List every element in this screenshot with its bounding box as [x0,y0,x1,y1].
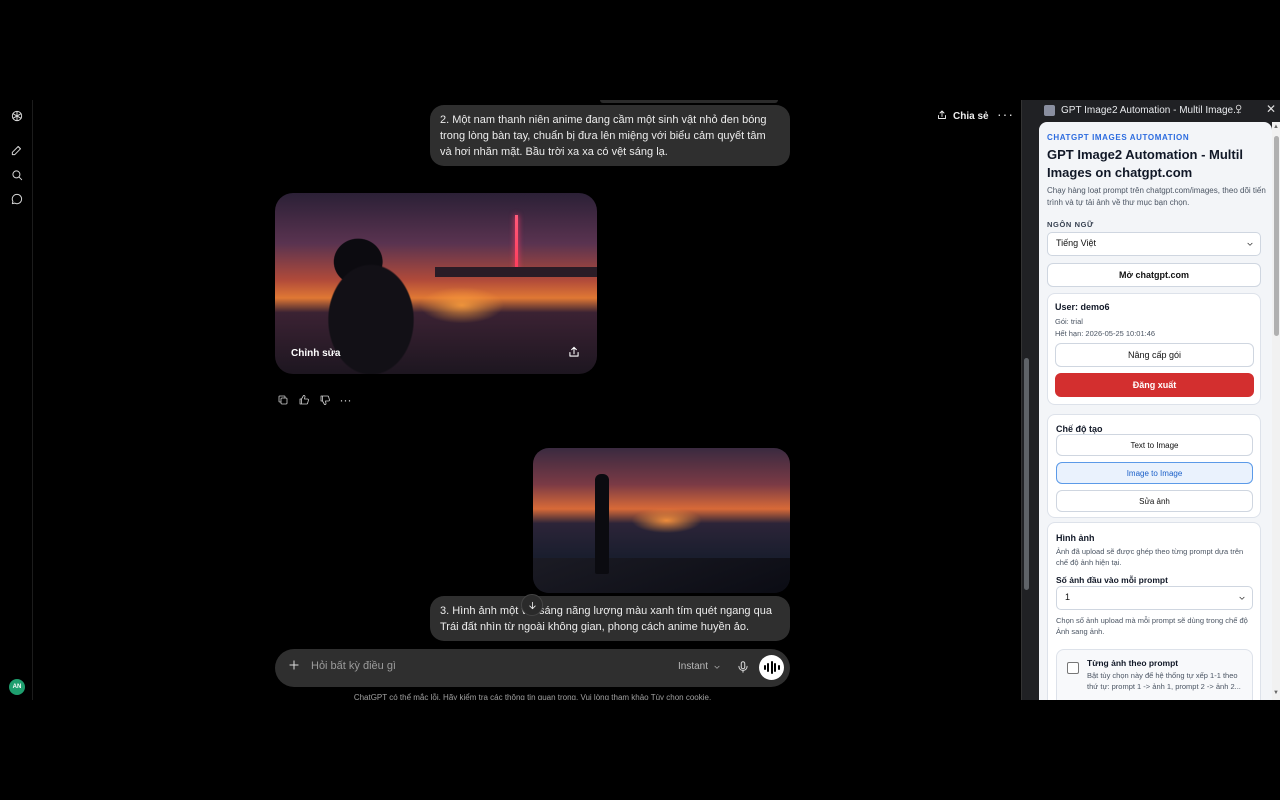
logout-button[interactable]: Đăng xuất [1055,373,1254,397]
upgrade-plan-button[interactable]: Nâng cấp gói [1055,343,1254,367]
panel-title: GPT Image2 Automation - Multil Images on… [1047,147,1243,180]
avatar[interactable]: AN [9,679,25,695]
new-chat-icon[interactable] [8,141,25,158]
disclaimer: ChatGPT có thể mắc lỗi. Hãy kiểm tra các… [353,693,712,700]
microphone-icon[interactable] [736,660,750,674]
chevron-down-icon [1238,594,1246,602]
scroll-up-icon[interactable]: ▲ [1273,124,1279,130]
user-message-3: 3. Hình ảnh một vệt sáng năng lượng màu … [430,596,790,641]
images-card: Hình ảnh Ảnh đã upload sẽ được ghép theo… [1047,522,1261,700]
panel-body: CHATGPT IMAGES AUTOMATION GPT Image2 Aut… [1039,122,1272,700]
panel-header: GPT Image2 Automation - Multil Image... … [1022,100,1280,122]
image-count-label: Số ảnh đầu vào mỗi prompt [1056,575,1168,585]
image-count-hint: Chọn số ảnh upload mà mỗi prompt sẽ dùng… [1056,616,1248,636]
generated-image[interactable]: Chỉnh sửa [275,193,597,374]
per-prompt-card: Từng ảnh theo prompt Bật tùy chọn này để… [1056,649,1253,700]
panel-kicker: CHATGPT IMAGES AUTOMATION [1047,133,1190,142]
panel-scrollbar[interactable]: ▲ ▼ [1272,122,1280,700]
chevron-down-icon [1246,240,1254,248]
extension-icon [1044,105,1055,116]
panel-window-title: GPT Image2 Automation - Multil Image... [1061,105,1242,116]
composer: Hỏi bất kỳ điều gì Instant [275,649,790,687]
voice-mode-button[interactable] [759,655,784,680]
message-actions: ··· [276,393,352,406]
image-edit-button[interactable]: Chỉnh sửa [291,348,340,359]
app-window: AN Chia sẻ ··· 2. Một nam thanh niên ani… [0,100,1280,700]
image-tower-light [515,215,518,273]
user-message-2-text: 2. Một nam thanh niên anime đang cầm một… [440,114,767,158]
user-name: User: demo6 [1055,302,1110,312]
image-shore [533,558,790,593]
left-rail: AN [0,100,33,700]
mode-text-to-image[interactable]: Text to Image [1056,434,1253,456]
user-plan: Gói: trial [1055,317,1083,326]
share-button[interactable]: Chia sẻ [936,109,989,124]
scroll-down-button[interactable] [521,594,543,616]
model-label: Instant [678,661,709,672]
per-prompt-checkbox[interactable] [1067,662,1079,674]
user-card: User: demo6 Gói: trial Hết hạn: 2026-05-… [1047,293,1261,405]
user-message-3-text: 3. Hình ảnh một vệt sáng năng lượng màu … [440,605,772,633]
more-options-button[interactable]: ··· [997,106,1014,122]
add-attachment-icon[interactable] [287,658,301,672]
model-selector[interactable]: Instant [678,661,721,672]
chat-bubble-icon[interactable] [8,190,25,207]
user-expiry: Hết hạn: 2026-05-25 10:01:46 [1055,329,1156,338]
user-uploaded-image[interactable] [533,448,790,593]
more-actions-button[interactable]: ··· [339,393,352,406]
image-figure [275,193,435,374]
openai-logo-icon[interactable] [8,107,25,124]
mode-edit-image[interactable]: Sửa ảnh [1056,490,1253,512]
mode-title: Chế độ tạo [1056,424,1103,434]
share-icon [936,109,948,124]
panel-description: Chạy hàng loạt prompt trên chatgpt.com/i… [1047,186,1266,207]
copy-icon[interactable] [276,393,289,406]
chat-scrollbar[interactable] [1024,358,1029,590]
per-prompt-description: Bật tùy chọn này để hệ thống tự xếp 1-1 … [1087,671,1241,691]
scroll-thumb[interactable] [1274,136,1279,336]
image-count-value: 1 [1065,592,1071,602]
previous-message-edge [600,100,778,103]
user-message-2: 2. Một nam thanh niên anime đang cầm một… [430,105,790,166]
search-icon[interactable] [8,166,25,183]
thumbs-down-icon[interactable] [318,393,331,406]
mode-image-to-image[interactable]: Image to Image [1056,462,1253,484]
language-label: NGÔN NGỮ [1047,220,1094,229]
thumbs-up-icon[interactable] [297,393,310,406]
language-select[interactable]: Tiếng Việt [1047,232,1261,256]
chevron-down-icon [714,665,720,669]
mode-card: Chế độ tạo Text to Image Image to Image … [1047,414,1261,518]
close-icon[interactable]: ✕ [1266,102,1276,116]
per-prompt-title: Từng ảnh theo prompt [1087,658,1179,668]
extension-side-panel: GPT Image2 Automation - Multil Image... … [1021,100,1280,700]
arrow-down-icon [528,601,536,609]
language-value: Tiếng Việt [1056,238,1097,248]
open-chatgpt-button[interactable]: Mở chatgpt.com [1047,263,1261,287]
prompt-input[interactable]: Hỏi bất kỳ điều gì [311,660,396,672]
image-count-select[interactable]: 1 [1056,586,1253,610]
image-skyline [435,267,597,277]
pin-icon[interactable]: ⚲ [1235,104,1242,115]
images-title: Hình ảnh [1056,533,1095,543]
images-description: Ảnh đã upload sẽ được ghép theo từng pro… [1056,547,1244,567]
image-person [595,474,609,574]
scroll-down-icon[interactable]: ▼ [1273,690,1279,696]
share-label: Chia sẻ [953,111,989,122]
image-share-icon[interactable] [567,345,581,359]
